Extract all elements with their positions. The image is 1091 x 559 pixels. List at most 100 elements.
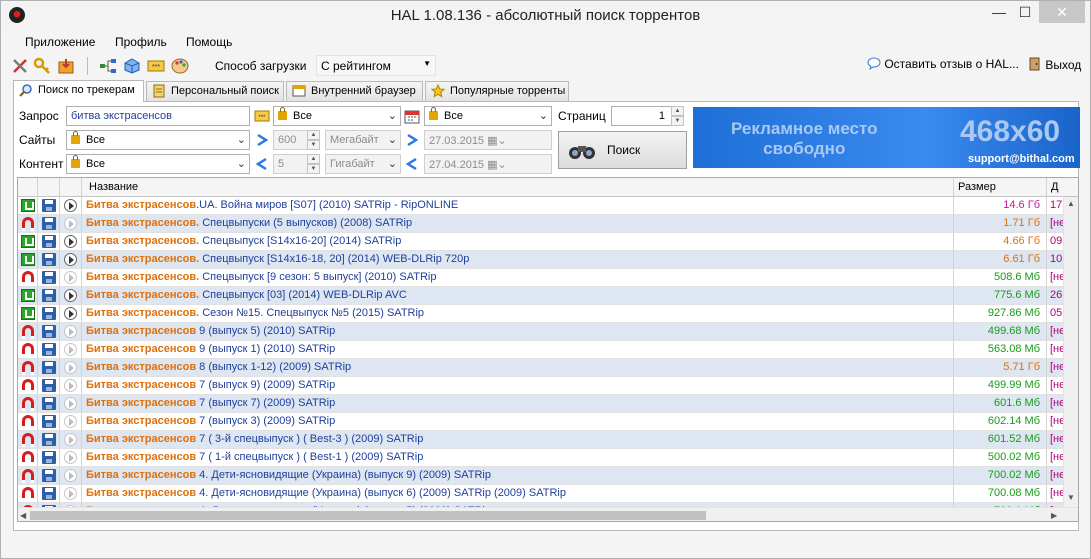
row-name[interactable]: Битва экстрасенсов 7 (выпуск 3) (2009) S… [82, 413, 954, 430]
row-play-cell[interactable] [60, 359, 82, 376]
row-type-cell[interactable] [18, 197, 38, 214]
row-name[interactable]: Битва экстрасенсов. Спецвыпуск [S14x16-1… [82, 251, 954, 268]
table-row[interactable]: Битва экстрасенсов. Спецвыпуск [9 сезон:… [18, 269, 1078, 287]
exit-button[interactable]: Выход [1029, 57, 1081, 72]
feedback-button[interactable]: Оставить отзыв о HAL... [867, 57, 1019, 71]
row-play-cell[interactable] [60, 287, 82, 304]
size-max-down-button[interactable]: ▼ [307, 164, 320, 174]
row-play-cell[interactable] [60, 377, 82, 394]
minimize-button[interactable]: — [986, 1, 1012, 23]
row-play-cell[interactable] [60, 467, 82, 484]
row-save-cell[interactable] [38, 341, 60, 358]
scroll-down-arrow[interactable]: ▼ [1067, 493, 1075, 502]
row-name[interactable]: Битва экстрасенсов 8 (выпуск 1-12) (2009… [82, 359, 954, 376]
key-icon[interactable] [33, 57, 51, 75]
row-save-cell[interactable] [38, 305, 60, 322]
row-name[interactable]: Битва экстрасенсов. Спецвыпуски (5 выпус… [82, 215, 954, 232]
row-play-cell[interactable] [60, 215, 82, 232]
row-name[interactable]: Битва экстрасенсов 9 (выпуск 5) (2010) S… [82, 323, 954, 340]
header-save[interactable] [38, 178, 60, 197]
tab-internal-browser[interactable]: Внутренний браузер [286, 81, 423, 101]
horizontal-scroll-thumb[interactable] [30, 511, 706, 520]
size-unit-max-select[interactable]: Гигабайт ⌄ [325, 154, 401, 174]
size-min-up-button[interactable]: ▲ [307, 130, 320, 140]
menu-application[interactable]: Приложение [25, 35, 95, 49]
tab-popular-torrents[interactable]: Популярные торренты [425, 81, 569, 101]
row-save-cell[interactable] [38, 395, 60, 412]
row-type-cell[interactable] [18, 323, 38, 340]
row-save-cell[interactable] [38, 215, 60, 232]
category-select[interactable]: Все ⌄ [273, 106, 401, 126]
header-play[interactable] [60, 178, 82, 197]
row-save-cell[interactable] [38, 323, 60, 340]
menu-help[interactable]: Помощь [186, 35, 232, 49]
row-play-cell[interactable] [60, 305, 82, 322]
table-row[interactable]: Битва экстрасенсов 4. Дети-ясновидящие (… [18, 485, 1078, 503]
row-name[interactable]: Битва экстрасенсов 9 (выпуск 1) (2010) S… [82, 341, 954, 358]
table-row[interactable]: Битва экстрасенсов 7 (выпуск 7) (2009) S… [18, 395, 1078, 413]
row-name[interactable]: Битва экстрасенсов 7 ( 3-й спецвыпуск ) … [82, 431, 954, 448]
row-save-cell[interactable] [38, 251, 60, 268]
less-than-icon[interactable] [254, 156, 270, 172]
row-type-cell[interactable] [18, 287, 38, 304]
import-icon[interactable] [57, 57, 75, 75]
row-save-cell[interactable] [38, 431, 60, 448]
tab-tracker-search[interactable]: Поиск по трекерам [13, 80, 144, 102]
row-play-cell[interactable] [60, 395, 82, 412]
scroll-right-arrow[interactable]: ▶ [1051, 511, 1057, 520]
table-row[interactable]: Битва экстрасенсов 9 (выпуск 5) (2010) S… [18, 323, 1078, 341]
row-type-cell[interactable] [18, 251, 38, 268]
table-row[interactable]: Битва экстрасенсов. Спецвыпуск [S14x16-2… [18, 233, 1078, 251]
row-name[interactable]: Битва экстрасенсов 4. Дети-ясновидящие (… [82, 485, 954, 502]
rating-icon[interactable]: *** [147, 57, 165, 75]
size-unit-min-select[interactable]: Мегабайт ⌄ [325, 130, 401, 150]
row-type-cell[interactable] [18, 269, 38, 286]
row-name[interactable]: Битва экстрасенсов 7 (выпуск 7) (2009) S… [82, 395, 954, 412]
row-save-cell[interactable] [38, 467, 60, 484]
row-save-cell[interactable] [38, 449, 60, 466]
search-button[interactable]: Поиск [558, 131, 687, 169]
row-play-cell[interactable] [60, 233, 82, 250]
row-type-cell[interactable] [18, 341, 38, 358]
row-type-cell[interactable] [18, 485, 38, 502]
tree-icon[interactable] [99, 57, 117, 75]
row-play-cell[interactable] [60, 341, 82, 358]
horizontal-scrollbar[interactable]: ◀ ▶ [18, 507, 1078, 521]
palette-icon[interactable] [171, 57, 189, 75]
header-type[interactable] [18, 178, 38, 197]
sites-select[interactable]: Все ⌄ [66, 130, 250, 150]
row-name[interactable]: Битва экстрасенсов. Спецвыпуск [9 сезон:… [82, 269, 954, 286]
row-save-cell[interactable] [38, 233, 60, 250]
date-from-input[interactable]: 27.03.2015 ▦⌄ [424, 130, 552, 150]
year-select[interactable]: Все ⌄ [424, 106, 552, 126]
table-row[interactable]: Битва экстрасенсов 7 (выпуск 3) (2009) S… [18, 413, 1078, 431]
scroll-up-arrow[interactable]: ▲ [1067, 199, 1075, 208]
greater-than-icon[interactable] [404, 132, 420, 148]
row-type-cell[interactable] [18, 431, 38, 448]
row-play-cell[interactable] [60, 449, 82, 466]
size-min-down-button[interactable]: ▼ [307, 140, 320, 150]
content-select[interactable]: Все ⌄ [66, 154, 250, 174]
calendar-icon[interactable] [404, 108, 420, 124]
maximize-button[interactable]: ☐ [1012, 1, 1038, 23]
row-type-cell[interactable] [18, 359, 38, 376]
row-type-cell[interactable] [18, 467, 38, 484]
table-row[interactable]: Битва экстрасенсов 7 (выпуск 9) (2009) S… [18, 377, 1078, 395]
row-name[interactable]: Битва экстрасенсов 7 ( 1-й спецвыпуск ) … [82, 449, 954, 466]
row-save-cell[interactable] [38, 485, 60, 502]
row-name[interactable]: Битва экстрасенсов. Спецвыпуск [S14x16-2… [82, 233, 954, 250]
less-than-icon[interactable] [404, 156, 420, 172]
row-play-cell[interactable] [60, 323, 82, 340]
row-name[interactable]: Битва экстрасенсов 7 (выпуск 9) (2009) S… [82, 377, 954, 394]
ad-banner[interactable]: Рекламное место свободно 468x60 support@… [693, 107, 1080, 168]
pages-input[interactable]: 1 [611, 106, 672, 126]
tab-personal-search[interactable]: Персональный поиск [146, 81, 284, 101]
rating-icon[interactable]: *** [254, 108, 270, 124]
download-method-select[interactable]: С рейтингом ▼ [316, 55, 436, 76]
row-save-cell[interactable] [38, 287, 60, 304]
row-type-cell[interactable] [18, 215, 38, 232]
row-save-cell[interactable] [38, 377, 60, 394]
row-type-cell[interactable] [18, 377, 38, 394]
header-name[interactable]: Название [82, 178, 954, 197]
table-row[interactable]: Битва экстрасенсов. Спецвыпуск [03] (201… [18, 287, 1078, 305]
